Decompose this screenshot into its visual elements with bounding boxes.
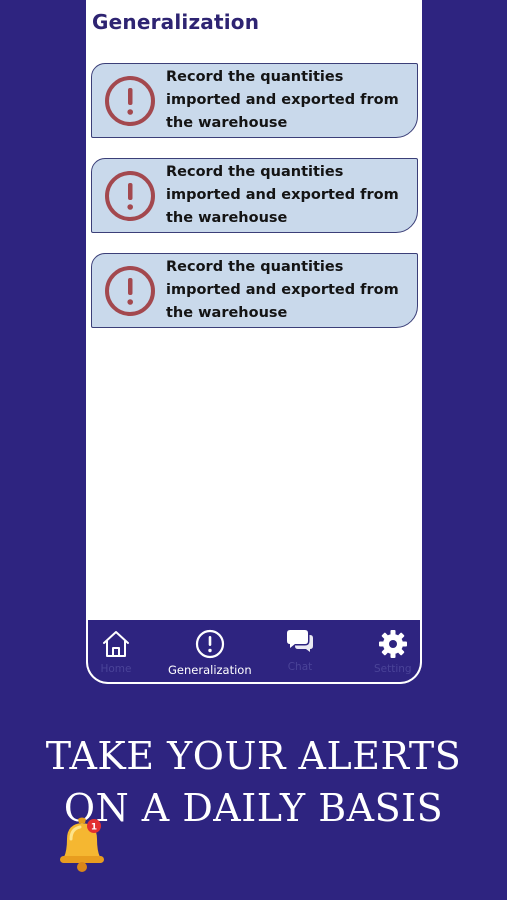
alert-card[interactable]: Record the quantities imported and expor… (91, 63, 418, 138)
nav-label-generalization: Generalization (168, 663, 252, 677)
exclamation-circle-icon (195, 629, 224, 659)
chat-bubbles-icon (287, 630, 313, 652)
page-title: Generalization (92, 10, 260, 34)
exclamation-circle-icon (105, 75, 155, 126)
nav-item-setting[interactable]: Setting (374, 628, 412, 675)
exclamation-circle-icon (105, 170, 155, 221)
gear-icon (378, 630, 407, 658)
nav-label-setting: Setting (374, 663, 412, 675)
notification-badge-count: 1 (91, 823, 97, 833)
home-icon (103, 631, 129, 657)
exclamation-circle-icon (105, 265, 155, 316)
alert-text: Record the quantities imported and expor… (166, 69, 399, 131)
phone-screen: Generalization Record the quantities imp… (86, 0, 422, 684)
alert-text: Record the quantities imported and expor… (166, 164, 399, 226)
alert-text: Record the quantities imported and expor… (166, 259, 399, 321)
promo-headline-line-1: TAKE YOUR ALERTS (45, 734, 462, 778)
nav-item-generalization[interactable]: Generalization (168, 628, 252, 677)
alert-list: Record the quantities imported and expor… (91, 63, 418, 348)
nav-item-home[interactable]: Home (100, 628, 132, 675)
bottom-nav-bar: Home Generalization Chat Setting (86, 620, 422, 684)
bell-icon: 1 (60, 817, 104, 872)
nav-item-chat[interactable]: Chat (284, 626, 316, 673)
nav-label-chat: Chat (287, 661, 313, 673)
nav-label-home: Home (100, 663, 132, 675)
alert-card[interactable]: Record the quantities imported and expor… (91, 158, 418, 233)
alert-card[interactable]: Record the quantities imported and expor… (91, 253, 418, 328)
